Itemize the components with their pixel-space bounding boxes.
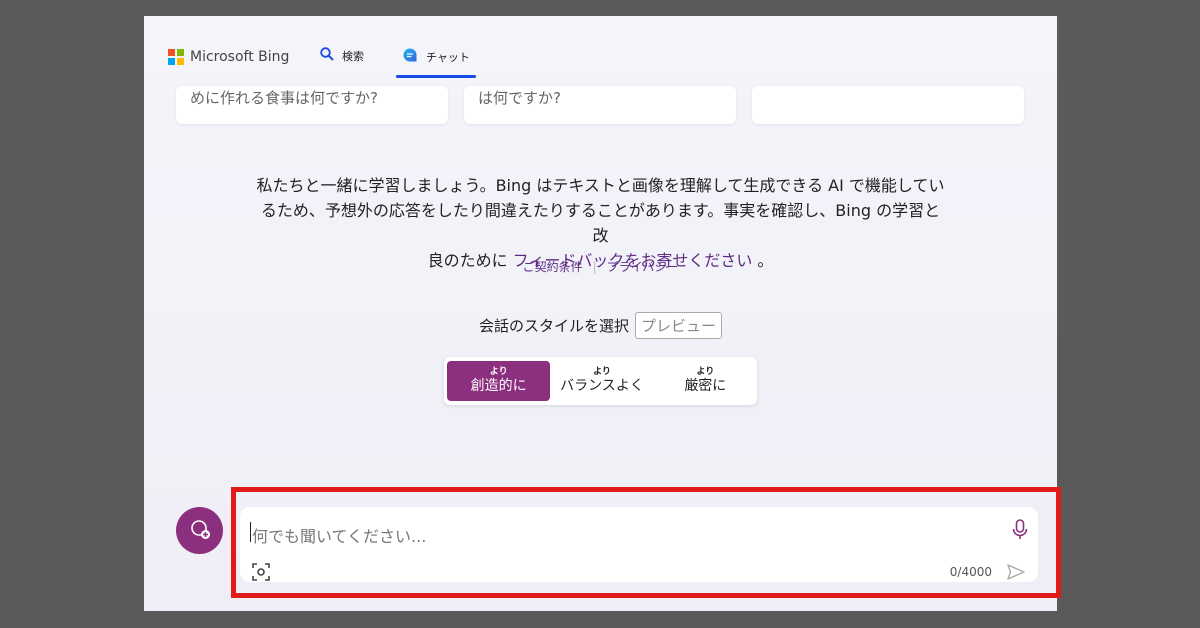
suggestion-card[interactable]: めに作れる食事は何ですか? xyxy=(176,86,448,124)
new-topic-button[interactable] xyxy=(176,507,223,554)
style-option-prefix: より xyxy=(593,367,611,377)
active-tab-indicator xyxy=(396,75,476,78)
style-option-label: 創造的に xyxy=(470,378,527,394)
search-icon xyxy=(320,47,334,64)
disclaimer-line: るため、予想外の応答をしたり間違えたりすることがあります。事実を確認し、Bing… xyxy=(260,201,941,245)
style-option-prefix: より xyxy=(696,367,715,377)
style-option-prefix: より xyxy=(489,367,508,377)
conversation-style-heading: 会話のスタイルを選択 プレビュー xyxy=(144,312,1057,339)
style-creative-button[interactable]: より 創造的に xyxy=(447,361,551,401)
microsoft-logo-icon xyxy=(168,49,184,65)
suggestion-card[interactable] xyxy=(752,86,1024,124)
bing-logo[interactable]: Microsoft Bing xyxy=(168,49,289,65)
nav-chat-tab[interactable]: チャット xyxy=(402,47,470,66)
style-option-label: バランスよく xyxy=(560,378,644,394)
style-balanced-button[interactable]: より バランスよく xyxy=(550,357,653,405)
chat-icon xyxy=(402,47,418,66)
conversation-style-toggle: より 創造的に より バランスよく より 厳密に xyxy=(444,357,757,405)
style-option-label: 厳密に xyxy=(684,378,727,394)
suggestion-text: めに作れる食事は何ですか? xyxy=(190,89,378,107)
legal-links: ご契約条件 | プライバシー xyxy=(144,258,1057,275)
suggestion-text: は何ですか? xyxy=(478,89,561,107)
highlight-box xyxy=(231,487,1061,598)
nav-chat-label: チャット xyxy=(426,50,470,64)
terms-link[interactable]: ご契約条件 xyxy=(523,260,583,274)
nav-search-tab[interactable]: 検索 xyxy=(320,47,364,64)
style-title: 会話のスタイルを選択 xyxy=(478,317,629,335)
suggestion-card[interactable]: は何ですか? xyxy=(464,86,736,124)
new-topic-icon xyxy=(188,517,212,545)
preview-badge: プレビュー xyxy=(635,312,723,339)
disclaimer-line: 私たちと一緒に学習しましょう。Bing はテキストと画像を理解して生成できる A… xyxy=(256,176,945,195)
header: Microsoft Bing 検索 チャット xyxy=(144,16,1057,88)
privacy-link[interactable]: プライバシー xyxy=(607,260,679,274)
legal-divider: | xyxy=(592,260,597,274)
logo-text: Microsoft Bing xyxy=(190,49,290,65)
style-precise-button[interactable]: より 厳密に xyxy=(654,357,757,405)
nav-search-label: 検索 xyxy=(342,49,364,63)
